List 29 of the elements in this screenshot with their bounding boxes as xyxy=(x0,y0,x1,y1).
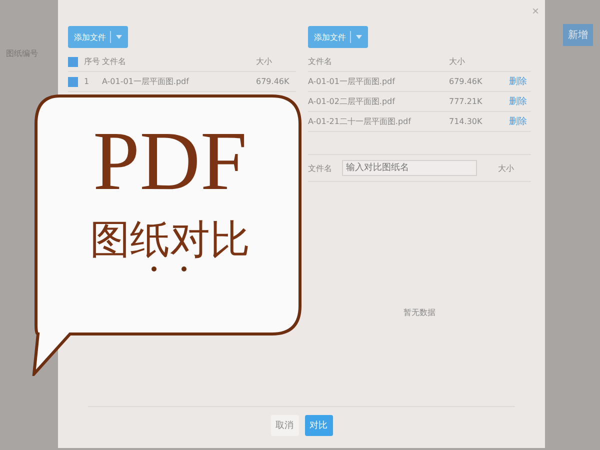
column-header: 序号 xyxy=(84,56,101,67)
empty-message: 暂无数据 xyxy=(404,307,436,318)
table-cell-text: A-01-01一层平面图.pdf xyxy=(102,76,190,87)
add-file-button[interactable]: 添加文件 xyxy=(68,26,128,48)
column-header: 大小 xyxy=(256,56,273,67)
table-cell-text: A-01-01一层平面图.pdf xyxy=(308,76,396,87)
add-file-button[interactable]: 添加文件 xyxy=(308,26,368,48)
table-cell-text: A-01-21二十一层平面图.pdf xyxy=(308,116,412,127)
table-cell-text: 714.30K xyxy=(449,117,484,126)
table-cell-text: 679.46K xyxy=(256,77,290,86)
table-cell-text: 679.46K xyxy=(449,77,484,86)
compare-button[interactable]: 对比 xyxy=(304,415,332,436)
delete-link[interactable]: 删除 xyxy=(509,75,531,88)
column-header: 文件名 xyxy=(102,56,127,67)
close-button[interactable]: × xyxy=(532,4,539,18)
column-header: 大小 xyxy=(449,56,466,67)
overlay-title: PDF xyxy=(92,120,248,204)
table-cell-text: 1 xyxy=(84,77,90,86)
table-cell-text: 777.21K xyxy=(449,97,484,106)
field-label: 文件名 xyxy=(308,162,333,174)
delete-link[interactable]: 删除 xyxy=(509,95,531,108)
add-button[interactable]: 新增 xyxy=(563,24,593,46)
column-header: 大小 xyxy=(497,162,515,174)
table-cell-text: A-01-02二层平面图.pdf xyxy=(308,96,396,107)
search-field[interactable]: 输入对比图纸名 xyxy=(342,160,477,176)
column-header: 文件名 xyxy=(308,56,333,67)
overlay-subtitle: 图纸对比 xyxy=(90,218,250,262)
cancel-button[interactable]: 取消 xyxy=(270,415,298,436)
delete-link[interactable]: 删除 xyxy=(509,115,531,128)
